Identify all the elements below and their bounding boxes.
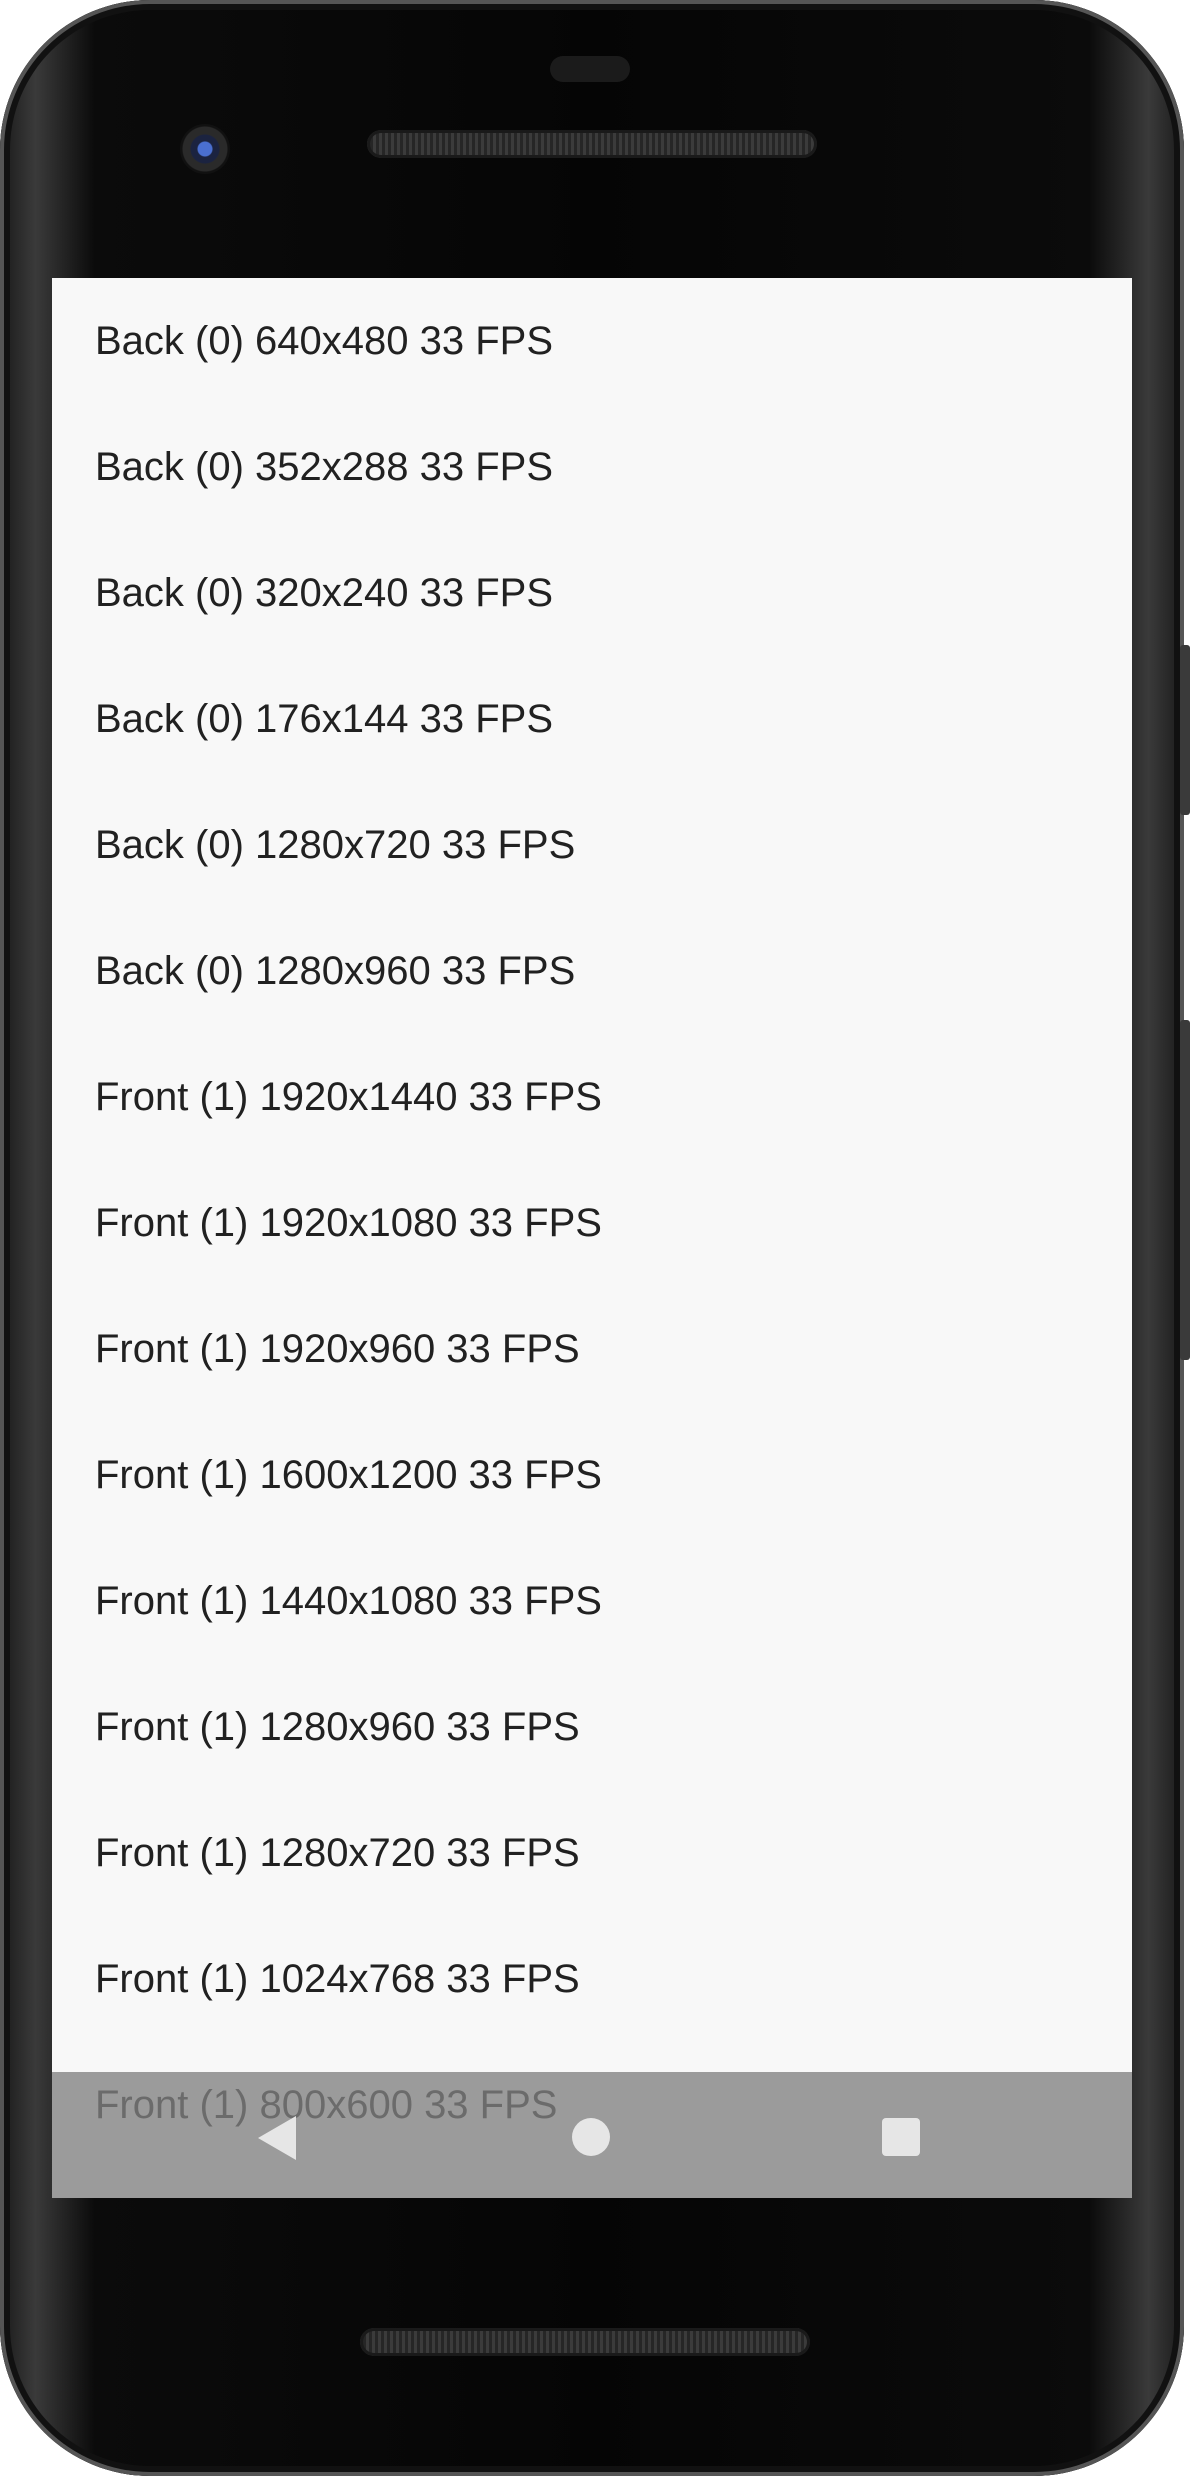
home-circle-icon[interactable]: [572, 2118, 610, 2156]
volume-button: [1180, 1020, 1190, 1360]
list-item-label: Front (1) 1024x768 33 FPS: [95, 1957, 580, 2001]
bottom-speaker: [360, 2328, 810, 2356]
list-item-label: Back (0) 352x288 33 FPS: [95, 445, 554, 489]
list-item-label: Back (0) 1280x720 33 FPS: [95, 823, 576, 867]
list-item[interactable]: Front (1) 1024x768 33 FPS: [52, 1916, 1132, 2042]
earpiece-speaker: [367, 130, 817, 158]
list-item-label: Front (1) 1920x1440 33 FPS: [95, 1075, 602, 1119]
list-item-label: Front (1) 1920x960 33 FPS: [95, 1327, 580, 1371]
list-item[interactable]: Front (1) 1920x1440 33 FPS: [52, 1034, 1132, 1160]
list-item-label: Front (1) 1280x960 33 FPS: [95, 1705, 580, 1749]
list-item[interactable]: Back (0) 352x288 33 FPS: [52, 404, 1132, 530]
list-item[interactable]: Back (0) 1280x720 33 FPS: [52, 782, 1132, 908]
list-item[interactable]: Front (1) 1280x720 33 FPS: [52, 1790, 1132, 1916]
list-item[interactable]: Back (0) 1280x960 33 FPS: [52, 908, 1132, 1034]
list-item[interactable]: Front (1) 1920x1080 33 FPS: [52, 1160, 1132, 1286]
list-item[interactable]: Back (0) 176x144 33 FPS: [52, 656, 1132, 782]
list-item-label: Front (1) 1920x1080 33 FPS: [95, 1201, 602, 1245]
sensor-slot: [550, 56, 630, 82]
list-item-label: Back (0) 1280x960 33 FPS: [95, 949, 576, 993]
front-camera-icon: [180, 124, 230, 174]
list-item[interactable]: Back (0) 640x480 33 FPS: [52, 278, 1132, 404]
list-item[interactable]: Front (1) 1920x960 33 FPS: [52, 1286, 1132, 1412]
back-triangle-icon[interactable]: [258, 2116, 296, 2160]
navigation-bar: [52, 2072, 1132, 2198]
list-item-label: Front (1) 1280x720 33 FPS: [95, 1831, 580, 1875]
phone-frame: Back (0) 640x480 33 FPS Back (0) 352x288…: [0, 0, 1184, 2476]
power-button: [1180, 645, 1190, 815]
list-item[interactable]: Front (1) 1440x1080 33 FPS: [52, 1538, 1132, 1664]
list-item-label: Front (1) 1600x1200 33 FPS: [95, 1453, 602, 1497]
recents-square-icon[interactable]: [882, 2118, 920, 2156]
list-item[interactable]: Back (0) 320x240 33 FPS: [52, 530, 1132, 656]
list-item-label: Back (0) 320x240 33 FPS: [95, 571, 554, 615]
list-item-label: Back (0) 176x144 33 FPS: [95, 697, 554, 741]
list-item-label: Front (1) 1440x1080 33 FPS: [95, 1579, 602, 1623]
screen: Back (0) 640x480 33 FPS Back (0) 352x288…: [52, 278, 1132, 2198]
list-item[interactable]: Front (1) 1280x960 33 FPS: [52, 1664, 1132, 1790]
list-item[interactable]: Front (1) 1600x1200 33 FPS: [52, 1412, 1132, 1538]
list-item-label: Back (0) 640x480 33 FPS: [95, 319, 554, 363]
